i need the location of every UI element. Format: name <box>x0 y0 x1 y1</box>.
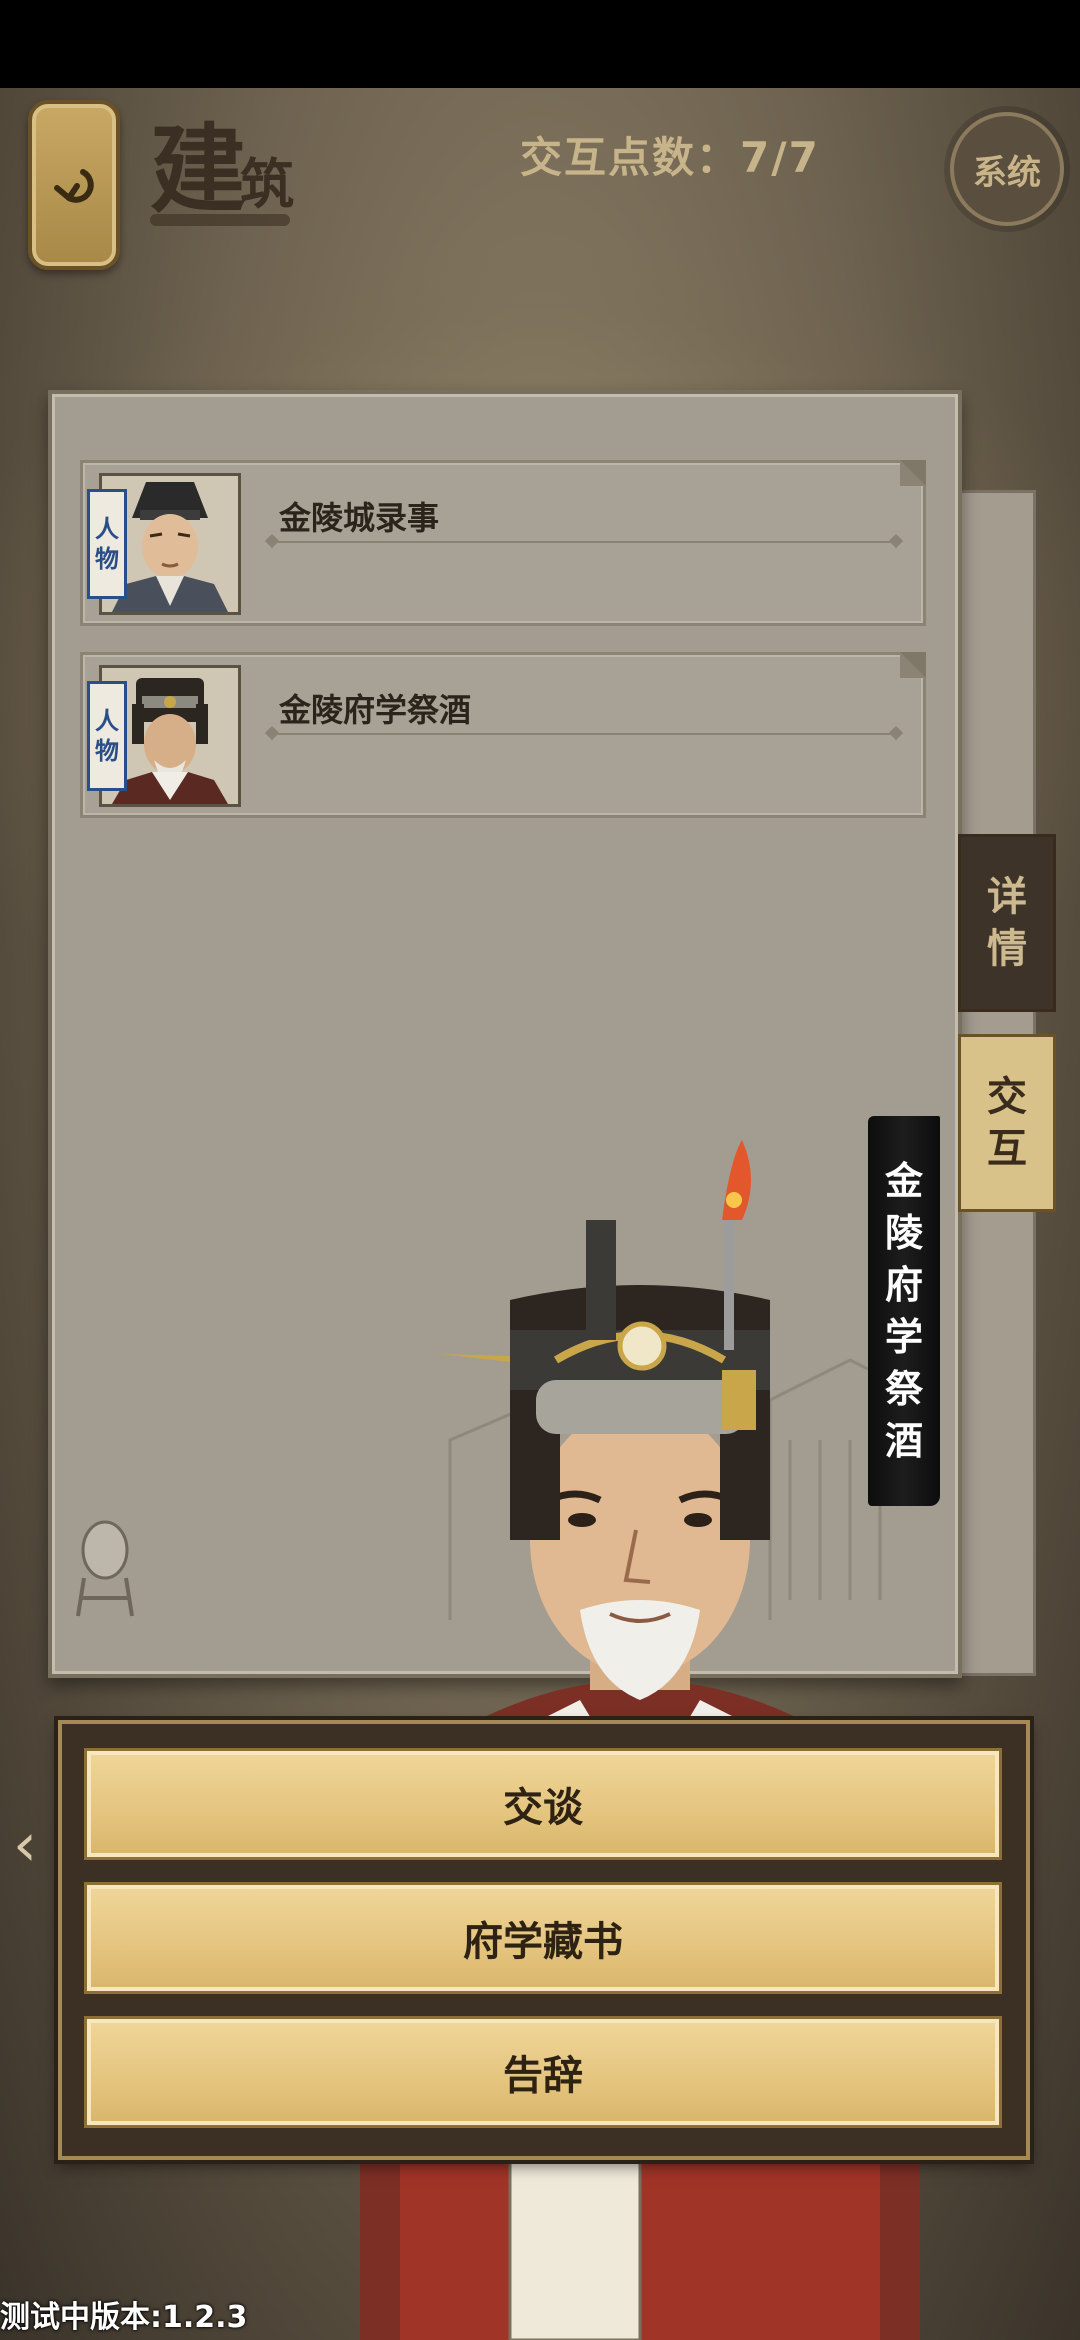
banner-char: 金 <box>884 1159 923 1203</box>
game-screen: 建筑 交互点数：7/7 系统 人 物 金陵城录事 人 物 金陵府学祭酒 详 情 … <box>0 0 1080 2340</box>
system-button-label: 系统 <box>973 152 1041 193</box>
back-button[interactable] <box>28 100 120 270</box>
tag-char: 物 <box>95 545 119 573</box>
page-title-sub: 筑 <box>240 152 294 216</box>
chevron-left-icon[interactable]: ‹ <box>0 1810 50 1880</box>
tag-char: 物 <box>95 737 119 765</box>
card-corner-fold <box>900 460 926 486</box>
tab-char: 互 <box>987 1125 1027 1172</box>
drum-icon <box>76 1520 134 1617</box>
character-card-1[interactable]: 人 物 金陵城录事 <box>80 460 926 626</box>
character-name: 金陵城录事 <box>279 499 440 537</box>
character-tag: 人 物 <box>87 489 127 599</box>
tab-char: 详 <box>987 873 1027 920</box>
banner-char: 祭 <box>884 1367 923 1411</box>
banner-char: 陵 <box>884 1211 923 1255</box>
page-title-main: 建 <box>150 113 246 226</box>
dialog-options-box: 交谈 府学藏书 告辞 <box>58 1720 1030 2160</box>
tab-char: 情 <box>987 925 1027 972</box>
tag-char: 人 <box>95 707 119 735</box>
banner-char: 府 <box>884 1263 923 1307</box>
character-card-2[interactable]: 人 物 金陵府学祭酒 <box>80 652 926 818</box>
interact-points-counter: 交互点数：7/7 <box>520 133 820 182</box>
character-tag: 人 物 <box>87 681 127 791</box>
title-brush-stroke <box>150 214 290 226</box>
banner-char: 酒 <box>884 1419 923 1463</box>
return-arrow-icon <box>54 169 94 203</box>
option-library-button[interactable]: 府学藏书 <box>84 1882 1002 1994</box>
version-label: 测试中版本:1.2.3 <box>0 2300 248 2335</box>
card-divider <box>269 541 899 543</box>
page-title: 建筑 <box>150 92 294 226</box>
tag-char: 人 <box>95 515 119 543</box>
banner-char: 学 <box>884 1315 923 1359</box>
card-divider <box>269 733 899 735</box>
tab-details[interactable]: 详 情 <box>958 834 1056 1012</box>
status-bar <box>0 0 1080 88</box>
character-name: 金陵府学祭酒 <box>279 691 472 729</box>
system-button[interactable]: 系统 <box>950 112 1064 226</box>
option-leave-button[interactable]: 告辞 <box>84 2016 1002 2128</box>
option-talk-button[interactable]: 交谈 <box>84 1748 1002 1860</box>
card-corner-fold <box>900 652 926 678</box>
tab-char: 交 <box>987 1073 1027 1120</box>
tab-interact[interactable]: 交 互 <box>958 1034 1056 1212</box>
character-name-banner: 金 陵 府 学 祭 酒 <box>868 1116 940 1506</box>
